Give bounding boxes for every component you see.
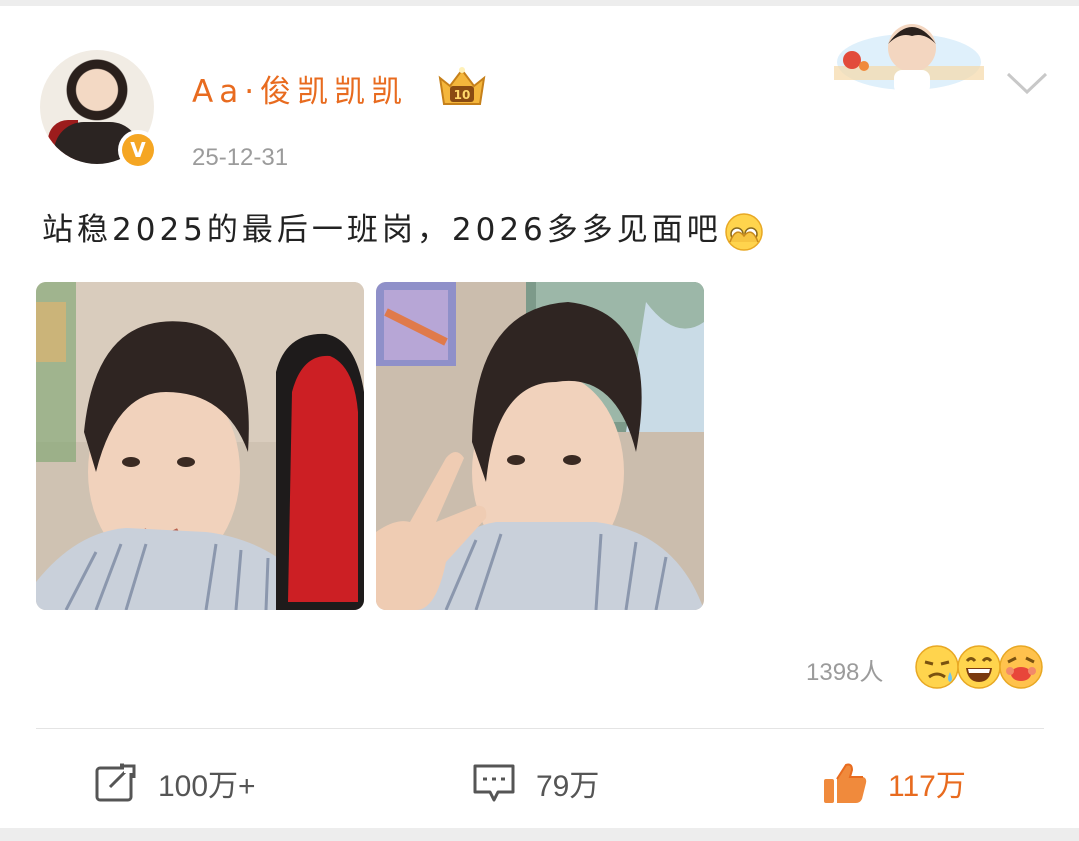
- post-photo-1[interactable]: [36, 282, 364, 610]
- comment-icon: [473, 764, 515, 802]
- post-text-content: 站稳2025的最后一班岗，2026多多见面吧: [42, 212, 722, 248]
- chevron-down-icon[interactable]: [1004, 64, 1050, 100]
- selfie-image: [376, 282, 704, 610]
- repost-icon: [95, 763, 138, 802]
- decorative-sticker: [834, 24, 984, 94]
- blushing-emoji-icon[interactable]: [998, 644, 1044, 690]
- selfie-image: [36, 282, 364, 610]
- comment-button[interactable]: 79万: [472, 758, 599, 808]
- svg-text:10: 10: [454, 88, 471, 102]
- thumbs-up-icon: [824, 763, 867, 803]
- crying-emoji-icon[interactable]: [914, 644, 960, 690]
- weibo-post-card: V Aa·俊凯凯凯 10 25-12-31 站稳2025的最后一班岗，2026多…: [0, 6, 1079, 828]
- verified-icon: V: [122, 134, 154, 166]
- laughing-emoji-icon[interactable]: [956, 644, 1002, 690]
- repost-button[interactable]: 100万+: [94, 758, 256, 808]
- reaction-count[interactable]: 1398人: [806, 652, 883, 687]
- username[interactable]: Aa·俊凯凯凯: [192, 66, 408, 110]
- post-text: 站稳2025的最后一班岗，2026多多见面吧: [42, 204, 1042, 252]
- like-count: 117万: [888, 770, 966, 803]
- peeking-emoji-icon: [725, 212, 763, 251]
- verified-badge: V: [118, 130, 158, 170]
- like-button[interactable]: 117万: [822, 758, 966, 808]
- bottom-separator: [0, 828, 1079, 841]
- repost-count: 100万+: [158, 770, 256, 803]
- post-photo-2[interactable]: [376, 282, 704, 610]
- divider: [36, 728, 1044, 729]
- vip-crown-icon[interactable]: 10: [434, 64, 490, 110]
- comment-count: 79万: [536, 770, 600, 803]
- post-time: 25-12-31: [192, 144, 289, 171]
